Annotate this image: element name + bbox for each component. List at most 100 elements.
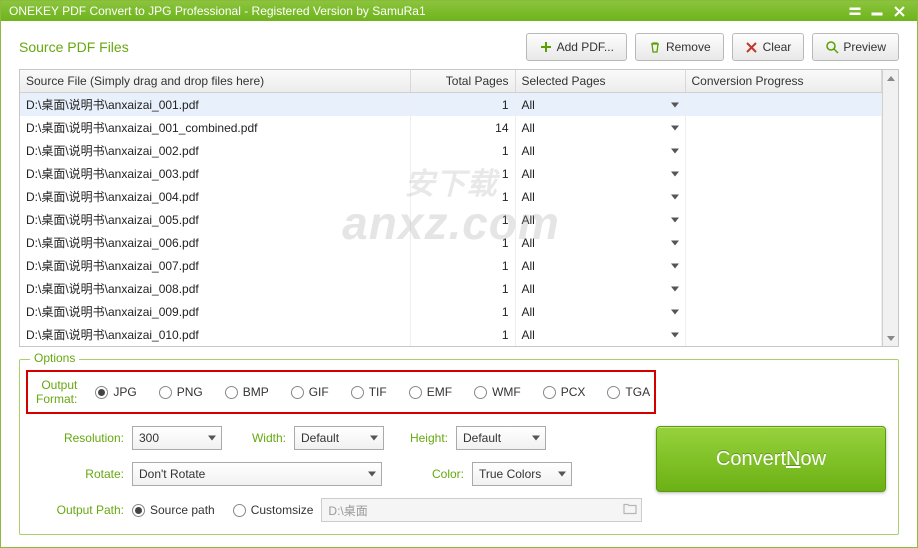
format-radio-pcx[interactable]: PCX (543, 385, 586, 399)
titlebar: ONEKEY PDF Convert to JPG Professional -… (1, 1, 917, 21)
table-row[interactable]: D:\桌面\说明书\anxaizai_010.pdf1All (20, 323, 882, 346)
cell-selected[interactable]: All (515, 116, 685, 139)
cell-selected[interactable]: All (515, 323, 685, 346)
cell-pages: 1 (410, 277, 515, 300)
cell-progress (685, 139, 882, 162)
options-legend: Options (30, 351, 79, 365)
folder-icon[interactable] (623, 503, 637, 518)
radio-icon (95, 386, 108, 399)
cell-selected[interactable]: All (515, 185, 685, 208)
cell-selected[interactable]: All (515, 93, 685, 117)
caret-icon (558, 472, 566, 477)
cell-progress (685, 185, 882, 208)
format-radio-tif[interactable]: TIF (351, 385, 387, 399)
col-total-pages[interactable]: Total Pages (410, 70, 515, 93)
preview-button[interactable]: Preview (812, 33, 899, 61)
format-radio-jpg[interactable]: JPG (95, 385, 136, 399)
convert-now-button[interactable]: Convert Now (656, 426, 886, 492)
minimize-button[interactable] (867, 2, 887, 20)
resolution-combo[interactable]: 300 (132, 426, 222, 450)
format-radio-gif[interactable]: GIF (291, 385, 329, 399)
scroll-up-icon[interactable] (883, 70, 898, 86)
plus-icon (539, 40, 553, 54)
cell-pages: 1 (410, 162, 515, 185)
cell-pages: 1 (410, 208, 515, 231)
source-path-radio[interactable]: Source path (132, 503, 215, 517)
table-row[interactable]: D:\桌面\说明书\anxaizai_004.pdf1All (20, 185, 882, 208)
radio-icon (132, 504, 145, 517)
cell-file: D:\桌面\说明书\anxaizai_001.pdf (20, 93, 410, 117)
cell-pages: 1 (410, 139, 515, 162)
radio-icon (233, 504, 246, 517)
scroll-track[interactable] (883, 86, 898, 330)
caret-icon (671, 171, 679, 176)
caret-icon (671, 286, 679, 291)
table-row[interactable]: D:\桌面\说明书\anxaizai_007.pdf1All (20, 254, 882, 277)
output-path-input[interactable]: D:\桌面 (321, 498, 642, 522)
cell-file: D:\桌面\说明书\anxaizai_008.pdf (20, 277, 410, 300)
cell-pages: 14 (410, 116, 515, 139)
cell-pages: 1 (410, 185, 515, 208)
cell-selected[interactable]: All (515, 300, 685, 323)
cell-file: D:\桌面\说明书\anxaizai_004.pdf (20, 185, 410, 208)
options-panel: Options Output Format: JPGPNGBMPGIFTIFEM… (19, 359, 899, 535)
radio-icon (291, 386, 304, 399)
table-row[interactable]: D:\桌面\说明书\anxaizai_005.pdf1All (20, 208, 882, 231)
table-row[interactable]: D:\桌面\说明书\anxaizai_006.pdf1All (20, 231, 882, 254)
radio-icon (474, 386, 487, 399)
table-row[interactable]: D:\桌面\说明书\anxaizai_008.pdf1All (20, 277, 882, 300)
caret-icon (368, 472, 376, 477)
preview-label: Preview (843, 40, 886, 54)
radio-icon (225, 386, 238, 399)
caret-icon (370, 436, 378, 441)
col-source-file[interactable]: Source File (Simply drag and drop files … (20, 70, 410, 93)
resolution-label: Resolution: (32, 431, 132, 445)
height-combo[interactable]: Default (456, 426, 546, 450)
cell-selected[interactable]: All (515, 277, 685, 300)
format-radio-png[interactable]: PNG (159, 385, 203, 399)
cell-selected[interactable]: All (515, 254, 685, 277)
height-label: Height: (384, 431, 456, 445)
cell-selected[interactable]: All (515, 231, 685, 254)
radio-icon (607, 386, 620, 399)
table-row[interactable]: D:\桌面\说明书\anxaizai_002.pdf1All (20, 139, 882, 162)
custom-path-radio[interactable]: Customsize (233, 503, 314, 517)
caret-icon (671, 102, 679, 107)
close-button[interactable] (889, 2, 909, 20)
scroll-down-icon[interactable] (883, 330, 898, 346)
cell-progress (685, 162, 882, 185)
cell-selected[interactable]: All (515, 139, 685, 162)
clear-button[interactable]: Clear (732, 33, 805, 61)
cell-selected[interactable]: All (515, 162, 685, 185)
cell-file: D:\桌面\说明书\anxaizai_005.pdf (20, 208, 410, 231)
clear-label: Clear (763, 40, 792, 54)
caret-icon (532, 436, 540, 441)
remove-button[interactable]: Remove (635, 33, 724, 61)
format-radio-wmf[interactable]: WMF (474, 385, 521, 399)
content-area: Source PDF Files Add PDF... Remove Clear… (1, 21, 917, 547)
cell-file: D:\桌面\说明书\anxaizai_002.pdf (20, 139, 410, 162)
color-combo[interactable]: True Colors (472, 462, 572, 486)
table-row[interactable]: D:\桌面\说明书\anxaizai_001_combined.pdf14All (20, 116, 882, 139)
trash-icon (648, 40, 662, 54)
cell-progress (685, 93, 882, 117)
cell-progress (685, 254, 882, 277)
col-conversion-progress[interactable]: Conversion Progress (685, 70, 882, 93)
format-radio-bmp[interactable]: BMP (225, 385, 269, 399)
format-radio-tga[interactable]: TGA (607, 385, 650, 399)
table-row[interactable]: D:\桌面\说明书\anxaizai_001.pdf1All (20, 93, 882, 117)
cell-pages: 1 (410, 300, 515, 323)
cell-selected[interactable]: All (515, 208, 685, 231)
format-radio-emf[interactable]: EMF (409, 385, 452, 399)
width-combo[interactable]: Default (294, 426, 384, 450)
menu-button[interactable] (845, 2, 865, 20)
table-row[interactable]: D:\桌面\说明书\anxaizai_003.pdf1All (20, 162, 882, 185)
add-pdf-button[interactable]: Add PDF... (526, 33, 627, 61)
scrollbar[interactable] (882, 70, 898, 346)
table-row[interactable]: D:\桌面\说明书\anxaizai_009.pdf1All (20, 300, 882, 323)
caret-icon (671, 263, 679, 268)
radio-icon (409, 386, 422, 399)
x-icon (745, 40, 759, 54)
col-selected-pages[interactable]: Selected Pages (515, 70, 685, 93)
rotate-combo[interactable]: Don't Rotate (132, 462, 382, 486)
